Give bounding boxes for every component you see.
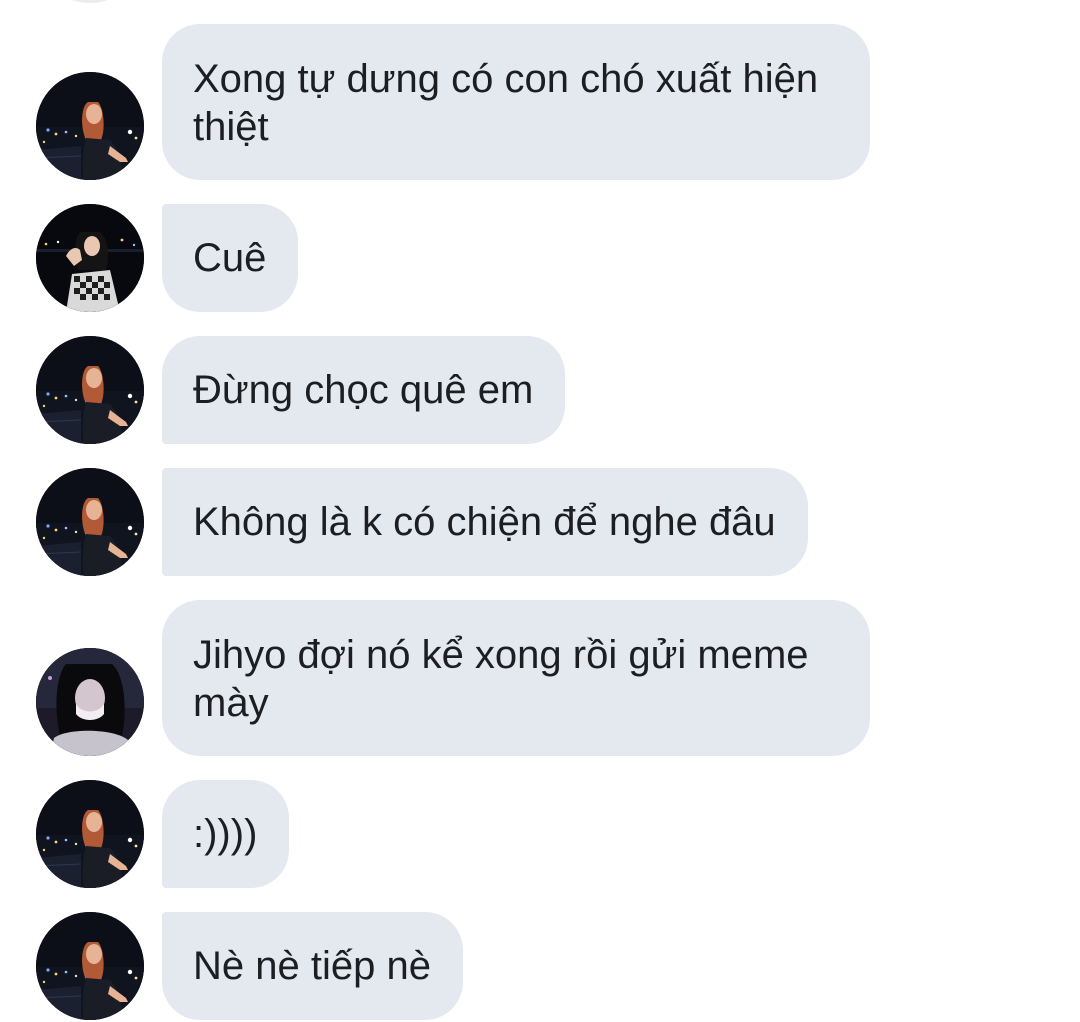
avatar-photo-red-hair [36, 336, 144, 444]
cropped-previous-avatar [36, 0, 144, 3]
avatar-photo-red-hair [36, 72, 144, 180]
avatar-photo-red-hair [36, 468, 144, 576]
avatar[interactable] [36, 912, 144, 1020]
avatar-photo-red-hair [36, 912, 144, 1020]
avatar-photo-checkered [36, 204, 144, 312]
message-text: Jihyo đợi nó kể xong rồi gửi meme mày [193, 633, 809, 725]
avatar[interactable] [36, 204, 144, 312]
message-bubble[interactable]: Không là k có chiện để nghe đâu [162, 468, 808, 576]
message-text: Đừng chọc quê em [193, 368, 534, 412]
message-text: Cuê [193, 236, 267, 280]
avatar[interactable] [36, 648, 144, 756]
avatar[interactable] [36, 72, 144, 180]
message-text: Nè nè tiếp nè [193, 944, 431, 988]
message-bubble[interactable]: Jihyo đợi nó kể xong rồi gửi meme mày [162, 600, 870, 756]
message-text: :)))) [193, 812, 258, 856]
avatar[interactable] [36, 780, 144, 888]
message-bubble[interactable]: :)))) [162, 780, 290, 888]
avatar[interactable] [36, 468, 144, 576]
avatar-photo-mask [36, 648, 144, 756]
message-bubble[interactable]: Nè nè tiếp nè [162, 912, 463, 1020]
chat-thread: Xong tự dưng có con chó xuất hiện thiệt … [0, 0, 1080, 1022]
avatar[interactable] [36, 336, 144, 444]
message-text: Không là k có chiện để nghe đâu [193, 500, 776, 544]
message-bubble[interactable]: Đừng chọc quê em [162, 336, 566, 444]
message-text: Xong tự dưng có con chó xuất hiện thiệt [193, 57, 819, 149]
message-bubble[interactable]: Cuê [162, 204, 299, 312]
avatar-photo-red-hair [36, 780, 144, 888]
message-bubble[interactable]: Xong tự dưng có con chó xuất hiện thiệt [162, 24, 870, 180]
